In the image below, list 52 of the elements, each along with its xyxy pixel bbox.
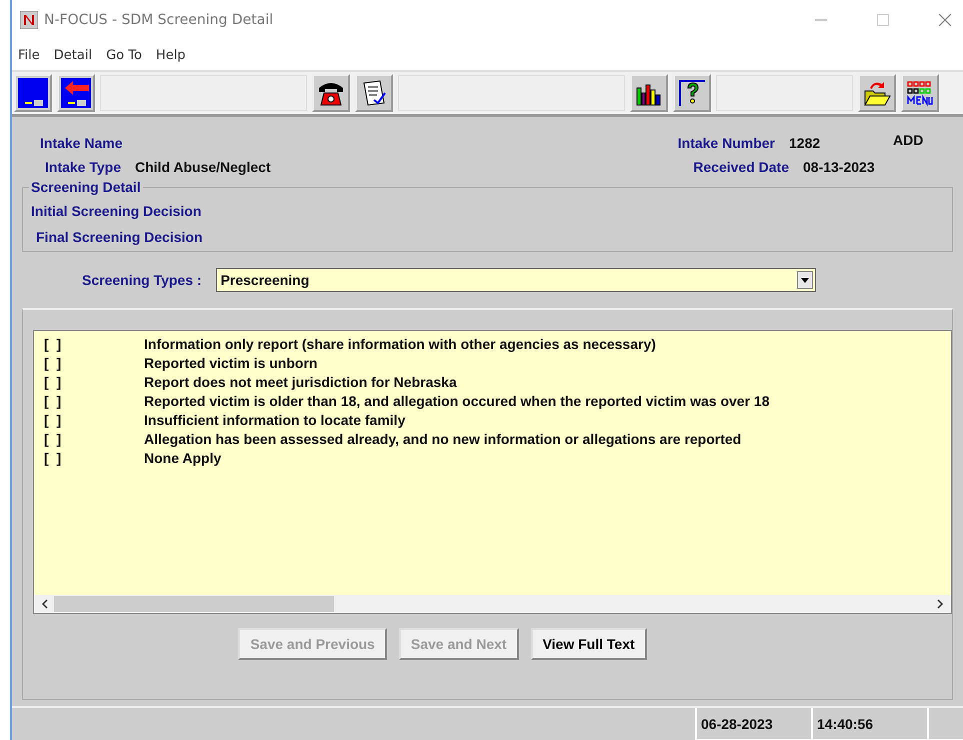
- checklist-item: None Apply: [144, 449, 222, 468]
- menu-item[interactable]: Go To: [106, 48, 142, 62]
- menu-item[interactable]: File: [18, 48, 40, 62]
- intake-name-label: Intake Name: [39, 135, 122, 151]
- back-button[interactable]: [57, 74, 95, 112]
- chart-button[interactable]: [630, 74, 668, 112]
- initial-decision-label: Initial Screening Decision: [31, 202, 202, 221]
- screening-types-dropdown[interactable]: Prescreening: [216, 268, 816, 292]
- help-icon: [677, 78, 707, 108]
- checkbox-mark[interactable]: [ ]: [44, 354, 144, 373]
- checklist-item: Report does not meet jurisdiction for Nebraska: [144, 373, 457, 392]
- save-button[interactable]: [14, 74, 52, 112]
- group-title: Screening Detail: [30, 179, 142, 195]
- menu-item[interactable]: Help: [156, 48, 186, 62]
- mode-text: ADD: [892, 132, 924, 148]
- app-logo-icon: [20, 11, 38, 29]
- window-title: N-FOCUS - SDM Screening Detail: [44, 12, 274, 28]
- notes-button[interactable]: [355, 74, 393, 112]
- menu-item[interactable]: Detail: [54, 48, 92, 62]
- action-button[interactable]: View Full Text: [530, 628, 647, 660]
- phone-button[interactable]: [312, 74, 350, 112]
- checkbox-mark[interactable]: [ ]: [44, 449, 144, 468]
- intake-number-label: Intake Number: [678, 135, 775, 151]
- floppy-icon: [18, 78, 48, 108]
- menu-button[interactable]: [901, 74, 939, 112]
- checkbox-mark[interactable]: [ ]: [44, 373, 144, 392]
- status-date: 06-28-2023: [695, 708, 811, 740]
- help-button[interactable]: [673, 74, 711, 112]
- intake-type-label: Intake Type: [44, 159, 121, 175]
- checklist-item: Insufficient information to locate family: [144, 411, 406, 430]
- checkbox-mark[interactable]: [ ]: [44, 335, 144, 354]
- checklist-item: Reported victim is older than 18, and allegation occured when the reported victim was over 18: [144, 392, 770, 411]
- scroll-thumb[interactable]: [54, 596, 334, 612]
- scroll-left-icon[interactable]: [40, 599, 50, 609]
- status-time: 14:40:56: [811, 708, 927, 740]
- checkbox-mark[interactable]: [ ]: [44, 411, 144, 430]
- received-date: 08-13-2023: [802, 159, 876, 175]
- intake-type: Child Abuse/Neglect: [134, 159, 271, 175]
- open-folder-button[interactable]: [858, 74, 896, 112]
- intake-number: 1282: [788, 135, 822, 151]
- checklist-item: Allegation has been assessed already, and no new information or allegations are reported: [144, 430, 742, 449]
- received-date-label: Received Date: [693, 159, 789, 175]
- checklist-item: Reported victim is unborn: [144, 354, 318, 373]
- checkbox-mark[interactable]: [ ]: [44, 430, 144, 449]
- screening-types-label: Screening Types :: [82, 272, 202, 288]
- horizontal-scrollbar[interactable]: [34, 595, 951, 613]
- status-panel: [927, 708, 963, 740]
- checklist-item: Information only report (share information with other agencies as necessary): [144, 335, 656, 354]
- final-decision-label: Final Screening Decision: [35, 229, 204, 245]
- scroll-right-icon[interactable]: [935, 599, 945, 609]
- checkbox-mark[interactable]: [ ]: [44, 392, 144, 411]
- close-icon[interactable]: [939, 14, 951, 26]
